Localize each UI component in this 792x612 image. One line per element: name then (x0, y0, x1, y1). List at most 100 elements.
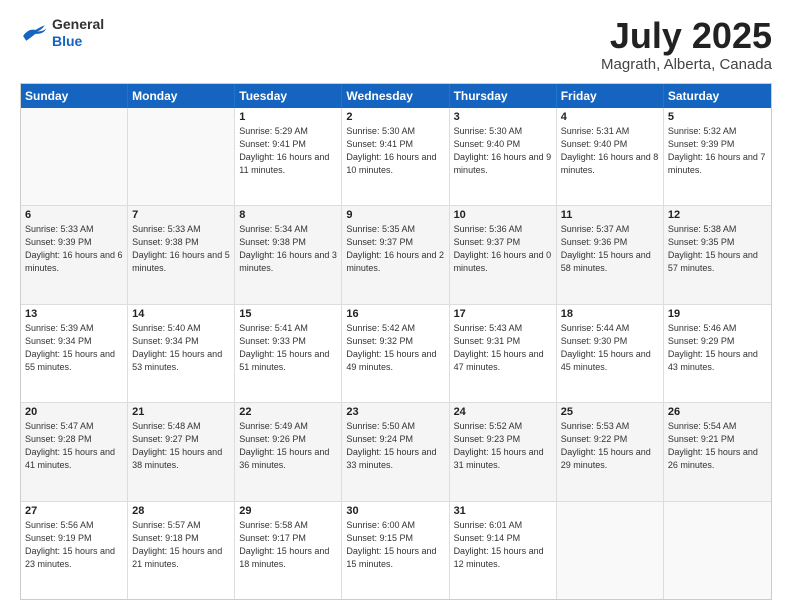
day-number-10: 10 (454, 209, 552, 221)
day-number-25: 25 (561, 406, 659, 418)
day-number-16: 16 (346, 308, 444, 320)
calendar-cell-3-7: 19 Sunrise: 5:46 AMSunset: 9:29 PMDayligh… (664, 305, 771, 402)
header: General Blue July 2025 Magrath, Alberta,… (20, 16, 772, 73)
day-number-27: 27 (25, 505, 123, 517)
calendar-week-5: 27 Sunrise: 5:56 AMSunset: 9:19 PMDayligh… (21, 502, 771, 599)
calendar-week-4: 20 Sunrise: 5:47 AMSunset: 9:28 PMDayligh… (21, 403, 771, 501)
sun-info-19: Sunrise: 5:46 AMSunset: 9:29 PMDaylight:… (668, 322, 767, 374)
calendar: Sunday Monday Tuesday Wednesday Thursday… (20, 83, 772, 600)
calendar-cell-5-1: 27 Sunrise: 5:56 AMSunset: 9:19 PMDayligh… (21, 502, 128, 599)
logo-bird-icon (20, 22, 48, 44)
calendar-cell-5-2: 28Sunrise: 5:57 AMSunset: 9:18 PMDayligh… (128, 502, 235, 599)
calendar-cell-1-3: 1 Sunrise: 5:29 AMSunset: 9:41 PMDaylight… (235, 108, 342, 205)
calendar-cell-4-4: 23 Sunrise: 5:50 AMSunset: 9:24 PMDayligh… (342, 403, 449, 500)
day-number-29: 29 (239, 505, 337, 517)
day-number-7: 7 (132, 209, 230, 221)
calendar-cell-3-5: 17Sunrise: 5:43 AMSunset: 9:31 PMDayligh… (450, 305, 557, 402)
day-number-14: 14 (132, 308, 230, 320)
day-number-3: 3 (454, 111, 552, 123)
calendar-cell-5-5: 31 Sunrise: 6:01 AMSunset: 9:14 PMDayligh… (450, 502, 557, 599)
calendar-cell-3-4: 16 Sunrise: 5:42 AMSunset: 9:32 PMDayligh… (342, 305, 449, 402)
sun-info-24: Sunrise: 5:52 AMSunset: 9:23 PMDaylight:… (454, 420, 552, 472)
sun-info-26: Sunrise: 5:54 AMSunset: 9:21 PMDaylight:… (668, 420, 767, 472)
day-number-22: 22 (239, 406, 337, 418)
sun-info-17: Sunrise: 5:43 AMSunset: 9:31 PMDaylight:… (454, 322, 552, 374)
sun-info-20: Sunrise: 5:47 AMSunset: 9:28 PMDaylight:… (25, 420, 123, 472)
header-monday: Monday (128, 84, 235, 108)
header-tuesday: Tuesday (235, 84, 342, 108)
day-number-2: 2 (346, 111, 444, 123)
sun-info-25: Sunrise: 5:53 AMSunset: 9:22 PMDaylight:… (561, 420, 659, 472)
sun-info-7: Sunrise: 5:33 AMSunset: 9:38 PMDaylight:… (132, 223, 230, 275)
calendar-week-3: 13Sunrise: 5:39 AMSunset: 9:34 PMDayligh… (21, 305, 771, 403)
sun-info-6: Sunrise: 5:33 AMSunset: 9:39 PMDaylight:… (25, 223, 123, 275)
calendar-cell-5-4: 30Sunrise: 6:00 AMSunset: 9:15 PMDayligh… (342, 502, 449, 599)
sun-info-15: Sunrise: 5:41 AMSunset: 9:33 PMDaylight:… (239, 322, 337, 374)
sun-info-30: Sunrise: 6:00 AMSunset: 9:15 PMDaylight:… (346, 519, 444, 571)
page: General Blue July 2025 Magrath, Alberta,… (0, 0, 792, 612)
sun-info-10: Sunrise: 5:36 AMSunset: 9:37 PMDaylight:… (454, 223, 552, 275)
calendar-cell-3-2: 14 Sunrise: 5:40 AMSunset: 9:34 PMDayligh… (128, 305, 235, 402)
calendar-week-2: 6 Sunrise: 5:33 AMSunset: 9:39 PMDaylight… (21, 206, 771, 304)
calendar-header: Sunday Monday Tuesday Wednesday Thursday… (21, 84, 771, 108)
logo-general: General (52, 16, 104, 33)
location-text: Magrath, Alberta, Canada (601, 56, 772, 73)
header-saturday: Saturday (664, 84, 771, 108)
calendar-cell-2-7: 12Sunrise: 5:38 AMSunset: 9:35 PMDayligh… (664, 206, 771, 303)
sun-info-28: Sunrise: 5:57 AMSunset: 9:18 PMDaylight:… (132, 519, 230, 571)
calendar-cell-4-6: 25 Sunrise: 5:53 AMSunset: 9:22 PMDayligh… (557, 403, 664, 500)
sun-info-1: Sunrise: 5:29 AMSunset: 9:41 PMDaylight:… (239, 125, 337, 177)
day-number-15: 15 (239, 308, 337, 320)
sun-info-18: Sunrise: 5:44 AMSunset: 9:30 PMDaylight:… (561, 322, 659, 374)
day-number-5: 5 (668, 111, 767, 123)
day-number-24: 24 (454, 406, 552, 418)
day-number-11: 11 (561, 209, 659, 221)
day-number-23: 23 (346, 406, 444, 418)
calendar-cell-1-6: 4Sunrise: 5:31 AMSunset: 9:40 PMDaylight… (557, 108, 664, 205)
day-number-19: 19 (668, 308, 767, 320)
calendar-cell-5-3: 29 Sunrise: 5:58 AMSunset: 9:17 PMDayligh… (235, 502, 342, 599)
header-wednesday: Wednesday (342, 84, 449, 108)
day-number-21: 21 (132, 406, 230, 418)
calendar-cell-5-7 (664, 502, 771, 599)
calendar-cell-4-7: 26Sunrise: 5:54 AMSunset: 9:21 PMDayligh… (664, 403, 771, 500)
calendar-cell-4-2: 21 Sunrise: 5:48 AMSunset: 9:27 PMDayligh… (128, 403, 235, 500)
logo-text: General Blue (52, 16, 104, 50)
day-number-8: 8 (239, 209, 337, 221)
sun-info-3: Sunrise: 5:30 AMSunset: 9:40 PMDaylight:… (454, 125, 552, 177)
calendar-cell-1-4: 2Sunrise: 5:30 AMSunset: 9:41 PMDaylight… (342, 108, 449, 205)
calendar-cell-3-3: 15 Sunrise: 5:41 AMSunset: 9:33 PMDayligh… (235, 305, 342, 402)
calendar-body: 1 Sunrise: 5:29 AMSunset: 9:41 PMDaylight… (21, 108, 771, 599)
day-number-31: 31 (454, 505, 552, 517)
calendar-cell-4-1: 20 Sunrise: 5:47 AMSunset: 9:28 PMDayligh… (21, 403, 128, 500)
header-sunday: Sunday (21, 84, 128, 108)
calendar-cell-2-1: 6 Sunrise: 5:33 AMSunset: 9:39 PMDaylight… (21, 206, 128, 303)
calendar-cell-2-4: 9Sunrise: 5:35 AMSunset: 9:37 PMDaylight… (342, 206, 449, 303)
sun-info-21: Sunrise: 5:48 AMSunset: 9:27 PMDaylight:… (132, 420, 230, 472)
calendar-cell-3-1: 13Sunrise: 5:39 AMSunset: 9:34 PMDayligh… (21, 305, 128, 402)
sun-info-22: Sunrise: 5:49 AMSunset: 9:26 PMDaylight:… (239, 420, 337, 472)
logo-blue: Blue (52, 33, 104, 50)
calendar-cell-2-5: 10 Sunrise: 5:36 AMSunset: 9:37 PMDayligh… (450, 206, 557, 303)
logo: General Blue (20, 16, 104, 50)
calendar-cell-1-5: 3 Sunrise: 5:30 AMSunset: 9:40 PMDaylight… (450, 108, 557, 205)
day-number-1: 1 (239, 111, 337, 123)
sun-info-14: Sunrise: 5:40 AMSunset: 9:34 PMDaylight:… (132, 322, 230, 374)
sun-info-23: Sunrise: 5:50 AMSunset: 9:24 PMDaylight:… (346, 420, 444, 472)
day-number-6: 6 (25, 209, 123, 221)
sun-info-12: Sunrise: 5:38 AMSunset: 9:35 PMDaylight:… (668, 223, 767, 275)
calendar-cell-4-5: 24 Sunrise: 5:52 AMSunset: 9:23 PMDayligh… (450, 403, 557, 500)
sun-info-11: Sunrise: 5:37 AMSunset: 9:36 PMDaylight:… (561, 223, 659, 275)
sun-info-5: Sunrise: 5:32 AMSunset: 9:39 PMDaylight:… (668, 125, 767, 177)
sun-info-29: Sunrise: 5:58 AMSunset: 9:17 PMDaylight:… (239, 519, 337, 571)
calendar-cell-1-2 (128, 108, 235, 205)
day-number-20: 20 (25, 406, 123, 418)
sun-info-27: Sunrise: 5:56 AMSunset: 9:19 PMDaylight:… (25, 519, 123, 571)
sun-info-16: Sunrise: 5:42 AMSunset: 9:32 PMDaylight:… (346, 322, 444, 374)
calendar-cell-2-3: 8Sunrise: 5:34 AMSunset: 9:38 PMDaylight… (235, 206, 342, 303)
calendar-cell-4-3: 22 Sunrise: 5:49 AMSunset: 9:26 PMDayligh… (235, 403, 342, 500)
title-block: July 2025 Magrath, Alberta, Canada (601, 16, 772, 73)
calendar-cell-1-7: 5 Sunrise: 5:32 AMSunset: 9:39 PMDaylight… (664, 108, 771, 205)
sun-info-31: Sunrise: 6:01 AMSunset: 9:14 PMDaylight:… (454, 519, 552, 571)
calendar-cell-3-6: 18Sunrise: 5:44 AMSunset: 9:30 PMDayligh… (557, 305, 664, 402)
